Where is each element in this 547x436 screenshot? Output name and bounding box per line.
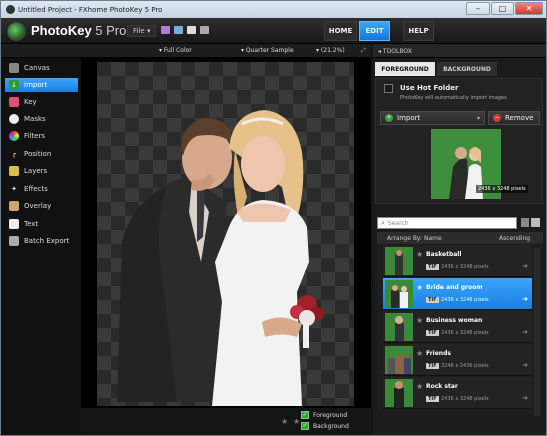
effects-icon: ✦ bbox=[11, 185, 17, 193]
sidebar-item-layers[interactable]: Layers bbox=[5, 164, 78, 178]
sort-bar: Arrange By: Name Ascending bbox=[377, 232, 543, 244]
print-icon[interactable] bbox=[200, 26, 209, 34]
thumbnail-bride-and-groom bbox=[385, 280, 413, 308]
app-small-icon bbox=[6, 5, 15, 14]
filters-icon bbox=[9, 131, 19, 141]
preview-dimensions: 2436 x 3248 pixels bbox=[476, 185, 528, 193]
star-icon[interactable]: ★ bbox=[416, 349, 423, 358]
toolbox-panel: ◂ TOOLBOX FOREGROUND BACKGROUND Use Hot … bbox=[373, 44, 546, 435]
list-item[interactable]: ★ Business woman TIF 2436 x 3248 pixels … bbox=[383, 311, 532, 343]
layers-icon bbox=[9, 166, 19, 176]
star-outline-icon[interactable]: ★ bbox=[293, 417, 300, 426]
photokey-logo-icon bbox=[7, 22, 26, 41]
thumbnail-friends bbox=[385, 346, 413, 374]
chevron-down-icon[interactable]: ▾ bbox=[477, 115, 480, 122]
sidebar-item-batch-export[interactable]: Batch Export bbox=[5, 234, 78, 248]
foreground-layer-toggle[interactable]: ✓ Foreground bbox=[301, 411, 347, 419]
arrange-by-select[interactable]: Arrange By: Name bbox=[387, 235, 442, 242]
toolbox-header: ◂ TOOLBOX bbox=[373, 44, 546, 58]
arrow-right-icon[interactable]: ➜ bbox=[522, 394, 528, 402]
sidebar-item-text[interactable]: Text bbox=[5, 217, 78, 231]
sidebar-item-import[interactable]: ↓ Import bbox=[5, 78, 78, 92]
star-icon[interactable]: ★ bbox=[281, 417, 288, 426]
list-item[interactable]: ★ Rock star TIF 2436 x 3248 pixels ➜ bbox=[383, 377, 532, 409]
star-icon[interactable]: ★ bbox=[416, 382, 423, 391]
file-menu[interactable]: File ▾ bbox=[127, 25, 157, 37]
list-item[interactable]: ★ Bride and groom TIF 2436 x 3248 pixels… bbox=[383, 278, 532, 310]
hot-folder-title: Use Hot Folder bbox=[400, 84, 459, 92]
list-item[interactable]: ★ Basketball TIF 2436 x 3248 pixels ➜ bbox=[383, 245, 532, 277]
thumbnail-rock-star bbox=[385, 379, 413, 407]
maximize-button[interactable]: □ bbox=[491, 2, 514, 15]
window-title: Untitled Project - FXhome PhotoKey 5 Pro bbox=[18, 5, 163, 14]
arrow-right-icon[interactable]: ➜ bbox=[522, 262, 528, 270]
overlay-icon bbox=[9, 201, 19, 211]
list-view-icon[interactable] bbox=[521, 218, 529, 227]
view-options-strip: ▾ Full Color ▾ Quarter Sample ▾ (21.2%) … bbox=[1, 44, 371, 58]
bride-and-groom-photo bbox=[117, 110, 324, 406]
minimize-button[interactable]: – bbox=[466, 2, 490, 15]
key-icon bbox=[9, 97, 19, 107]
layer-visibility-strip: ★ ★ ✓ Foreground ✓ Background bbox=[81, 408, 371, 435]
sidebar: Canvas ↓ Import Key Masks Filters ┏ Positi… bbox=[1, 58, 81, 435]
minus-icon: − bbox=[493, 114, 501, 122]
sidebar-item-filters[interactable]: Filters bbox=[5, 129, 78, 143]
sidebar-item-overlay[interactable]: Overlay bbox=[5, 199, 78, 213]
sidebar-item-position[interactable]: ┏ Position bbox=[5, 147, 78, 161]
home-button[interactable]: HOME bbox=[324, 21, 357, 41]
sidebar-item-key[interactable]: Key bbox=[5, 95, 78, 109]
tab-background[interactable]: BACKGROUND bbox=[437, 62, 497, 76]
canvas-area[interactable] bbox=[81, 58, 371, 408]
search-icon: ⌕ bbox=[381, 218, 385, 227]
sidebar-item-effects[interactable]: ✦ Effects bbox=[5, 182, 78, 196]
checkbox-icon[interactable]: ✓ bbox=[301, 422, 309, 430]
sample-quality-select[interactable]: ▾ Quarter Sample bbox=[241, 47, 294, 54]
sidebar-item-canvas[interactable]: Canvas bbox=[5, 61, 78, 75]
import-panel: Use Hot Folder PhotoKey will automatical… bbox=[375, 78, 543, 204]
open-project-icon[interactable] bbox=[174, 26, 183, 34]
close-button[interactable]: ✕ bbox=[515, 2, 543, 15]
help-button[interactable]: HELP bbox=[403, 21, 434, 41]
thumbnail-basketball bbox=[385, 247, 413, 275]
fullscreen-icon[interactable]: ⤢ bbox=[361, 47, 366, 55]
remove-button[interactable]: − Remove bbox=[488, 111, 540, 125]
hot-folder-checkbox[interactable] bbox=[384, 84, 393, 93]
star-icon[interactable]: ★ bbox=[416, 283, 423, 292]
checkbox-icon[interactable]: ✓ bbox=[301, 411, 309, 419]
arrow-right-icon[interactable]: ➜ bbox=[522, 295, 528, 303]
background-layer-toggle[interactable]: ✓ Background bbox=[301, 422, 349, 430]
arrow-right-icon[interactable]: ➜ bbox=[522, 361, 528, 369]
import-icon: ↓ bbox=[9, 80, 19, 90]
star-icon[interactable]: ★ bbox=[416, 250, 423, 259]
sidebar-item-masks[interactable]: Masks bbox=[5, 112, 78, 126]
email-icon[interactable] bbox=[187, 26, 196, 34]
position-icon: ┏ bbox=[11, 150, 17, 158]
sort-order-select[interactable]: Ascending bbox=[499, 235, 530, 242]
app-toolbar: PhotoKey 5 Pro File ▾ HOME EDIT HELP bbox=[1, 18, 546, 44]
star-icon[interactable]: ★ bbox=[416, 316, 423, 325]
text-icon bbox=[9, 219, 19, 229]
edit-button[interactable]: EDIT bbox=[359, 21, 390, 41]
title-bar: Untitled Project - FXhome PhotoKey 5 Pro… bbox=[1, 1, 546, 18]
color-mode-select[interactable]: ▾ Full Color bbox=[159, 47, 192, 54]
search-input[interactable]: ⌕ Search bbox=[377, 217, 517, 229]
zoom-select[interactable]: ▾ (21.2%) bbox=[316, 47, 345, 54]
hot-folder-description: PhotoKey will automatically import image… bbox=[400, 95, 507, 101]
thumbnail-business-woman bbox=[385, 313, 413, 341]
app-name: PhotoKey 5 Pro bbox=[31, 23, 127, 38]
masks-icon bbox=[9, 114, 19, 124]
arrow-right-icon[interactable]: ➜ bbox=[522, 328, 528, 336]
import-button[interactable]: + Import ▾ bbox=[380, 111, 485, 125]
app-window: Untitled Project - FXhome PhotoKey 5 Pro… bbox=[0, 0, 547, 436]
image-list: ★ Basketball TIF 2436 x 3248 pixels ➜ ★ … bbox=[377, 245, 543, 416]
tab-foreground[interactable]: FOREGROUND bbox=[375, 62, 435, 76]
plus-icon: + bbox=[385, 114, 393, 122]
list-scrollbar[interactable] bbox=[534, 248, 540, 416]
new-project-icon[interactable] bbox=[161, 26, 170, 34]
image-canvas[interactable] bbox=[97, 62, 354, 406]
grid-view-icon[interactable] bbox=[531, 218, 540, 227]
batch-export-icon bbox=[9, 236, 19, 246]
list-item[interactable]: ★ Friends TIF 3248 x 2436 pixels ➜ bbox=[383, 344, 532, 376]
canvas-icon bbox=[9, 63, 19, 73]
